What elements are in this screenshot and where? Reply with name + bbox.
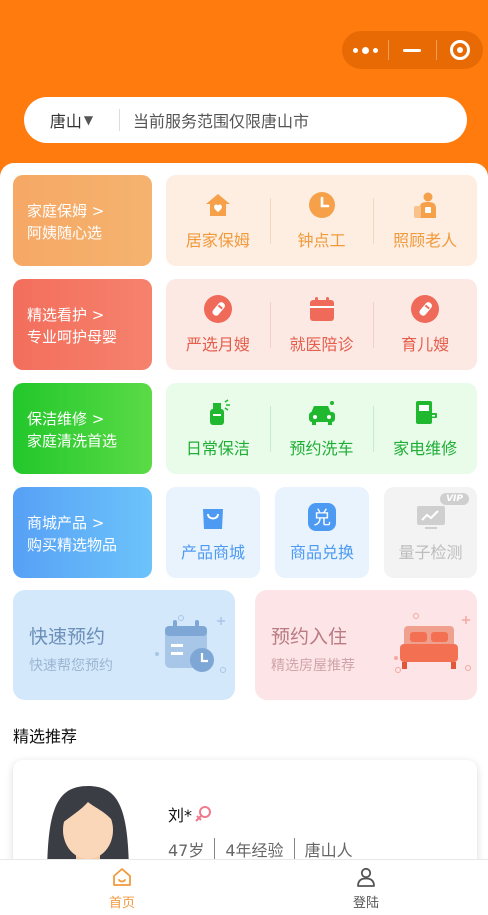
tab-home[interactable]: 首页 [0,860,244,915]
category-subtitle: 家庭清洗首选 [27,432,118,450]
caregiver-name-text: 刘* [168,806,193,825]
clock-icon [307,190,337,220]
service-home-nanny[interactable]: 居家保姆 [166,175,270,266]
service-maternity-nurse[interactable]: 严选月嫂 [166,279,270,370]
promo-subtitle: 精选房屋推荐 [271,658,355,674]
spray-bottle-icon [203,398,233,428]
category-subtitle: 专业呵护母婴 [27,328,118,346]
service-label: 预约洗车 [289,439,354,458]
monitor-icon [416,502,446,532]
service-label: 商品兑换 [289,543,354,562]
exchange-icon: 兑 [307,502,337,532]
meta-divider [293,838,295,860]
category-mall-products[interactable]: 商城产品 > 购买精选物品 [13,487,152,578]
tab-login[interactable]: 登陆 [244,860,488,915]
service-label: 量子检测 [398,543,463,562]
caregiver-age: 47岁 [168,841,205,860]
baby-bottle-icon [203,294,233,324]
category-title: 家庭保姆 > [27,202,105,220]
category-home-nanny[interactable]: 家庭保姆 > 阿姨随心选 [13,175,152,266]
service-label: 就医陪诊 [289,335,354,354]
service-goods-exchange[interactable]: 兑 商品兑换 [275,487,369,578]
city-selector[interactable]: 唐山 ▼ [24,108,119,132]
category-nursing-care[interactable]: 精选看护 > 专业呵护母婴 [13,279,152,370]
service-appliance-repair[interactable]: 家电维修 [373,383,477,474]
appliance-repair-icon [410,398,440,428]
search-divider [119,109,120,131]
caregiver-name: 刘* [168,802,212,826]
search-placeholder[interactable]: 当前服务范围仅限唐山市 [133,108,309,132]
service-grid-cleaning: 日常保洁 预约洗车 家电维修 [166,383,477,474]
target-icon [449,40,470,60]
service-daily-cleaning[interactable]: 日常保洁 [166,383,270,474]
meta-divider [214,838,216,860]
category-title: 精选看护 > [27,306,105,324]
calendar-clock-icon [155,615,226,673]
search-bar[interactable]: 唐山 ▼ 当前服务范围仅限唐山市 [24,97,467,143]
service-label: 照顾老人 [393,231,458,250]
service-car-wash[interactable]: 预约洗车 [269,383,374,474]
category-title: 商城产品 > [27,514,105,532]
exchange-glyph: 兑 [313,508,331,529]
promo-title: 快速预约 [29,626,106,648]
female-icon [195,806,212,822]
minus-icon [403,48,422,52]
service-quantum-test[interactable]: VIP 量子检测 [384,487,477,578]
bottom-tab-bar: 首页 登陆 [0,859,488,915]
service-hospital-escort[interactable]: 就医陪诊 [269,279,374,370]
shopping-bag-icon [198,502,228,532]
tab-label: 登陆 [352,895,379,911]
category-title: 保洁维修 > [27,410,105,428]
elder-care-icon [410,190,440,220]
calendar-icon [307,294,337,324]
service-elder-care[interactable]: 照顾老人 [373,175,477,266]
house-heart-icon [203,190,233,220]
service-grid-nursing: 严选月嫂 就医陪诊 育儿嫂 [166,279,477,370]
service-childcare-nanny[interactable]: 育儿嫂 [373,279,477,370]
promo-subtitle: 快速帮您预约 [29,658,113,674]
home-icon [110,865,134,889]
dropdown-arrow-icon: ▼ [83,113,94,127]
service-grid-nanny: 居家保姆 钟点工 照顾老人 [166,175,477,266]
car-wash-icon [307,398,337,428]
mini-program-capsule [342,31,483,69]
more-dots-icon [352,46,378,54]
service-product-mall[interactable]: 产品商城 [166,487,260,578]
category-subtitle: 购买精选物品 [27,536,118,554]
city-label: 唐山 [49,112,82,131]
service-label: 严选月嫂 [185,335,250,354]
category-cleaning-repair[interactable]: 保洁维修 > 家庭清洗首选 [13,383,152,474]
minimize-button[interactable] [389,31,435,69]
more-menu-button[interactable] [342,31,388,69]
service-label: 日常保洁 [185,439,250,458]
section-title-recommended: 精选推荐 [13,727,78,746]
promo-booking-checkin[interactable]: 预约入住 精选房屋推荐 [255,590,477,700]
caregiver-meta: 47岁 4年经验 唐山人 [168,837,353,861]
service-label: 产品商城 [180,543,245,562]
caregiver-hometown: 唐山人 [304,841,353,860]
vip-badge: VIP [440,493,469,505]
service-label: 居家保姆 [185,231,250,250]
caregiver-experience: 4年经验 [225,841,284,860]
service-hourly-worker[interactable]: 钟点工 [269,175,374,266]
close-mini-program-button[interactable] [437,31,483,69]
service-label: 育儿嫂 [401,335,450,354]
service-label: 家电维修 [393,439,458,458]
promo-quick-booking[interactable]: 快速预约 快速帮您预约 [13,590,235,700]
baby-bottle-icon [410,294,440,324]
category-subtitle: 阿姨随心选 [27,224,103,242]
promo-title: 预约入住 [271,626,348,648]
user-icon [354,865,378,889]
tab-label: 首页 [108,895,135,911]
service-label: 钟点工 [297,231,346,250]
bed-icon [394,613,471,673]
